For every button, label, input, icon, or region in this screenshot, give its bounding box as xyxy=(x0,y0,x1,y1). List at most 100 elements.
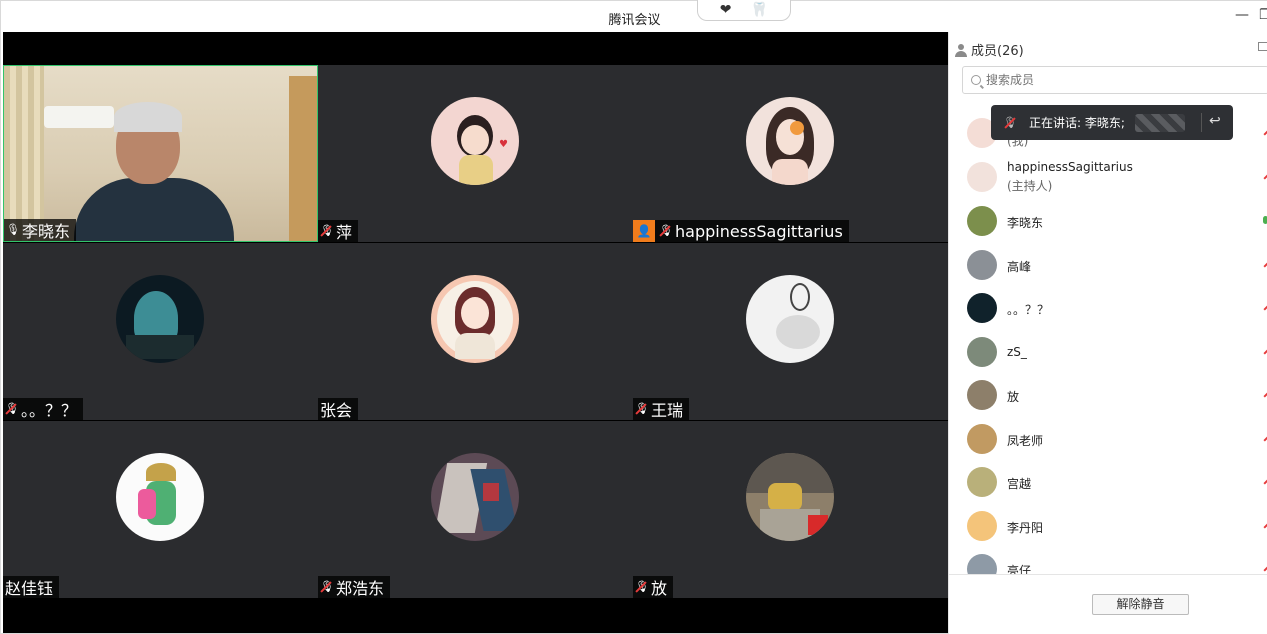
mic-muted-icon[interactable] xyxy=(1263,258,1267,272)
heart-icon[interactable]: ❤ xyxy=(720,3,732,17)
member-item[interactable]: 高峰 xyxy=(949,246,1267,286)
divider xyxy=(1201,113,1202,132)
member-item[interactable]: 亮仔 xyxy=(949,550,1267,574)
tooth-icon[interactable]: 🦷 xyxy=(751,3,768,17)
member-name: happinessSagittarius xyxy=(1007,160,1133,174)
member-avatar xyxy=(967,511,997,541)
search-input[interactable] xyxy=(986,73,1236,87)
mic-muted-icon: 🎙 xyxy=(320,580,334,593)
video-tile[interactable]: 🎙 。。？？ xyxy=(3,243,318,420)
video-tile[interactable]: 🎙 李晓东 xyxy=(3,65,318,242)
speaking-label: 正在讲话: 李晓东; xyxy=(1029,116,1125,130)
participant-name: 张会 xyxy=(320,401,353,420)
mic-muted-icon: 🎙 xyxy=(635,402,649,415)
video-grid: 🎙 李晓东 ♥ 🎙 萍 👤 🎙 happinessSagittarius 🎙 。… xyxy=(3,65,948,598)
participant-namebar: 🎙 王瑞 xyxy=(633,398,690,420)
maximize-button[interactable]: ❐ xyxy=(1259,7,1267,23)
member-avatar xyxy=(967,337,997,367)
participant-name: 赵佳钰 xyxy=(5,579,54,598)
video-tile[interactable]: 张会 xyxy=(318,243,633,420)
search-icon xyxy=(971,75,981,85)
member-name: 李丹阳 xyxy=(1007,521,1044,535)
member-item[interactable]: 。。？？ xyxy=(949,289,1267,329)
mic-muted-icon: 🎙 xyxy=(320,224,334,237)
member-search[interactable] xyxy=(962,66,1267,94)
mic-muted-icon[interactable] xyxy=(1263,432,1267,446)
participant-avatar xyxy=(116,453,204,541)
member-item[interactable]: happinessSagittarius (主持人) xyxy=(949,158,1267,198)
participant-name: 萍 xyxy=(336,223,353,242)
speaking-indicator: 🎙 正在讲话: 李晓东; ↩ xyxy=(991,105,1233,140)
mic-muted-icon[interactable] xyxy=(1263,475,1267,489)
video-tile[interactable]: 赵佳钰 xyxy=(3,421,318,598)
participant-avatar xyxy=(746,275,834,363)
member-name: 。。？？ xyxy=(1007,303,1050,317)
mic-on-icon: 🎙 xyxy=(6,223,20,236)
mic-on-icon[interactable] xyxy=(1263,214,1267,228)
participant-avatar: ♥ xyxy=(431,97,519,185)
panel-layout-icon[interactable] xyxy=(1258,42,1267,51)
member-item[interactable]: 放 xyxy=(949,376,1267,416)
member-item[interactable]: 李晓东 xyxy=(949,202,1267,242)
member-name: 李晓东 xyxy=(1007,216,1044,230)
participant-namebar: 张会 xyxy=(318,398,359,420)
member-avatar xyxy=(967,206,997,236)
participant-namebar: 🎙 郑浩东 xyxy=(318,576,391,598)
member-item[interactable]: zS_ xyxy=(949,333,1267,373)
member-avatar xyxy=(967,380,997,410)
video-tile[interactable]: ♥ 🎙 萍 xyxy=(318,65,633,242)
member-name: 放 xyxy=(1007,390,1020,404)
video-area: 🎙 李晓东 ♥ 🎙 萍 👤 🎙 happinessSagittarius 🎙 。… xyxy=(3,32,948,633)
participant-name: 王瑞 xyxy=(651,401,684,420)
participant-name: 放 xyxy=(651,579,668,598)
unmute-button[interactable]: 解除静音 xyxy=(1092,594,1189,615)
member-avatar xyxy=(967,467,997,497)
member-avatar xyxy=(967,293,997,323)
video-tile[interactable]: 👤 🎙 happinessSagittarius xyxy=(633,65,948,242)
mic-muted-icon[interactable] xyxy=(1263,170,1267,184)
participant-name: happinessSagittarius xyxy=(675,221,843,241)
member-item[interactable]: 宫越 xyxy=(949,463,1267,503)
member-name: 亮仔 xyxy=(1007,564,1032,574)
participant-avatar xyxy=(431,275,519,363)
participant-avatar xyxy=(116,275,204,363)
reply-arrow-icon[interactable]: ↩ xyxy=(1209,113,1221,129)
participant-name: 郑浩东 xyxy=(336,579,385,598)
participant-namebar: 🎙 萍 xyxy=(318,220,359,242)
camera-feed xyxy=(4,66,317,241)
person-icon xyxy=(955,43,967,57)
mic-muted-icon[interactable] xyxy=(1263,519,1267,533)
title-bar: 腾讯会议 ❤ 🦷 — ❐ xyxy=(1,0,1267,32)
member-avatar xyxy=(967,424,997,454)
member-list: (我) happinessSagittarius (主持人) 李晓东 高峰 。。… xyxy=(949,108,1267,574)
member-avatar xyxy=(967,250,997,280)
participant-namebar: 🎙 。。？？ xyxy=(3,398,84,420)
participant-name: 。。？？ xyxy=(21,401,78,420)
mic-muted-icon[interactable] xyxy=(1263,126,1267,140)
participant-namebar: 🎙 李晓东 xyxy=(4,219,77,241)
video-tile[interactable]: 🎙 放 xyxy=(633,421,948,598)
mic-muted-icon[interactable] xyxy=(1263,345,1267,359)
participant-avatar xyxy=(431,453,519,541)
participant-avatar xyxy=(746,97,834,185)
member-name: 凤老师 xyxy=(1007,434,1044,448)
mic-muted-icon[interactable] xyxy=(1263,388,1267,402)
video-tile[interactable]: 🎙 王瑞 xyxy=(633,243,948,420)
video-tile[interactable]: 🎙 郑浩东 xyxy=(318,421,633,598)
mic-muted-icon: 🎙 xyxy=(5,402,19,415)
mic-muted-icon[interactable] xyxy=(1263,562,1267,574)
member-avatar xyxy=(967,554,997,574)
participant-name: 李晓东 xyxy=(22,222,71,241)
participant-avatar xyxy=(746,453,834,541)
member-name: zS_ xyxy=(1007,345,1027,359)
member-item[interactable]: 凤老师 xyxy=(949,420,1267,460)
participant-namebar: 🎙 放 xyxy=(633,576,674,598)
member-name: 宫越 xyxy=(1007,477,1032,491)
minimize-button[interactable]: — xyxy=(1235,7,1249,23)
members-footer: 解除静音 xyxy=(949,574,1267,634)
mic-muted-icon[interactable] xyxy=(1263,301,1267,315)
member-item[interactable]: 李丹阳 xyxy=(949,507,1267,547)
participant-namebar: 赵佳钰 xyxy=(3,576,60,598)
reaction-bar[interactable]: ❤ 🦷 xyxy=(697,0,791,21)
window-title: 腾讯会议 xyxy=(608,13,661,28)
